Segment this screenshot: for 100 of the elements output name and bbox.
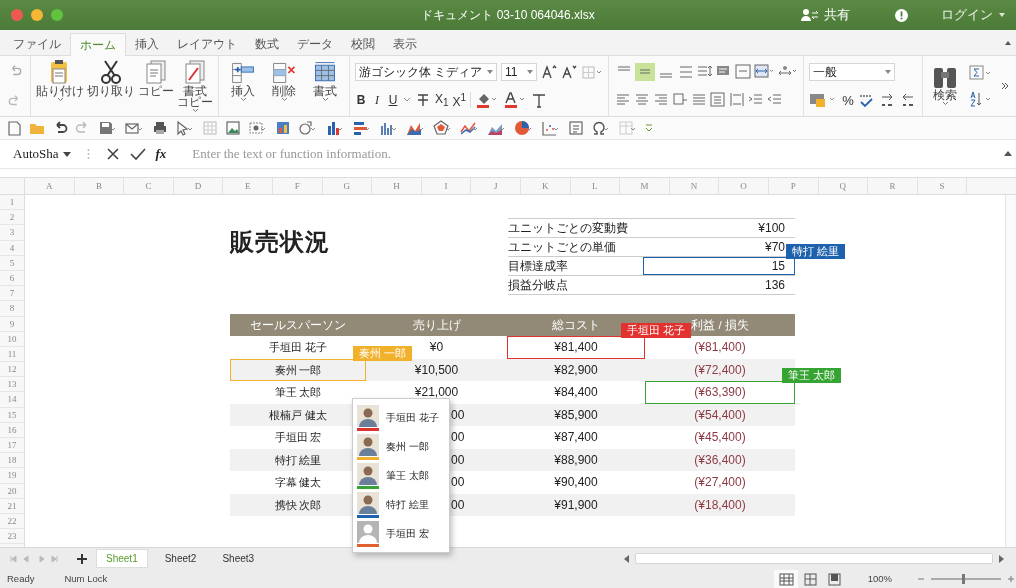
column-header[interactable]: H xyxy=(372,178,422,194)
mention-item[interactable]: 筆王 太郎 xyxy=(353,461,449,490)
superscript-button[interactable]: X$^{1}$ xyxy=(452,91,467,109)
subscript-button[interactable]: X$_{1}$ xyxy=(435,91,449,109)
add-sheet-icon[interactable] xyxy=(76,552,88,565)
sum-icon[interactable] xyxy=(969,65,993,81)
number-format-dropdown[interactable]: 一般 xyxy=(809,63,895,81)
column-header[interactable]: C xyxy=(124,178,174,194)
menu-tab[interactable]: レイアウト xyxy=(168,33,246,55)
cut-button[interactable]: 切り取り xyxy=(87,58,135,114)
shapes-icon[interactable] xyxy=(298,120,318,136)
find-button[interactable]: 検索 xyxy=(927,66,963,106)
row-header[interactable]: 22 xyxy=(0,513,24,530)
format-cells-button[interactable]: 書式 xyxy=(306,58,344,114)
row-header[interactable]: 2 xyxy=(0,210,24,226)
row-header[interactable]: 16 xyxy=(0,422,24,438)
image-icon[interactable] xyxy=(225,120,241,136)
paste-button[interactable]: 貼り付け xyxy=(36,58,84,114)
row-header[interactable]: 21 xyxy=(0,498,24,514)
mention-item[interactable]: 手垣田 花子 xyxy=(353,403,449,432)
merge-icon[interactable] xyxy=(734,63,752,81)
formula-input[interactable]: Enter the text or function information. xyxy=(190,145,1016,163)
grow-font-icon[interactable] xyxy=(541,64,557,80)
row-header[interactable]: 3 xyxy=(0,225,24,241)
name-box[interactable]: AutoSha xyxy=(13,146,59,162)
menu-tab[interactable]: ホーム xyxy=(70,33,126,56)
row-header[interactable]: 19 xyxy=(0,468,24,484)
mention-item[interactable]: 特打 絵里 xyxy=(353,490,449,519)
font-name-dropdown[interactable]: 游ゴシック体 ミディア xyxy=(355,63,497,81)
line-chart-icon[interactable] xyxy=(460,120,480,136)
mention-item[interactable]: 手垣田 宏 xyxy=(353,519,449,548)
row-header[interactable]: 7 xyxy=(0,286,24,302)
row-header[interactable]: 9 xyxy=(0,316,24,332)
clear-format-icon[interactable] xyxy=(531,92,548,108)
share-person-icon[interactable] xyxy=(801,8,819,22)
column-chart-icon[interactable] xyxy=(379,120,399,136)
zoom-in-icon[interactable] xyxy=(1006,573,1016,584)
row-header[interactable]: 18 xyxy=(0,453,24,469)
cancel-icon[interactable] xyxy=(105,147,120,161)
horizontal-bar-chart-icon[interactable] xyxy=(352,120,372,136)
column-header[interactable]: E xyxy=(223,178,273,194)
row-header[interactable]: 17 xyxy=(0,438,24,454)
row-header[interactable]: 5 xyxy=(0,255,24,271)
menu-tab[interactable]: 数式 xyxy=(246,33,288,55)
sheet-tab[interactable]: Sheet1 xyxy=(96,549,148,568)
column-header[interactable]: L xyxy=(570,178,621,194)
scroll-right-icon[interactable] xyxy=(999,554,1004,563)
menu-tab[interactable]: ファイル xyxy=(4,33,70,55)
column-header[interactable]: J xyxy=(471,178,521,194)
row-header[interactable]: 15 xyxy=(0,407,24,423)
column-width-icon[interactable] xyxy=(728,91,746,109)
vertical-scrollbar[interactable] xyxy=(1005,195,1016,547)
bold-button[interactable]: B xyxy=(355,93,367,107)
font-size-dropdown[interactable]: 11 xyxy=(501,63,537,81)
distributed-icon[interactable] xyxy=(709,91,727,109)
row-header[interactable]: 10 xyxy=(0,331,24,347)
row-header[interactable]: 6 xyxy=(0,270,24,287)
login-link[interactable]: ログイン xyxy=(941,6,993,24)
insert-function-button[interactable]: fx xyxy=(155,146,167,162)
scatter-chart-icon[interactable] xyxy=(541,120,561,136)
mention-item[interactable]: 奏州 一郎 xyxy=(353,432,449,461)
column-header[interactable]: G xyxy=(322,178,373,194)
strikethrough-icon[interactable] xyxy=(415,92,431,108)
menu-tab[interactable]: 校閲 xyxy=(342,33,384,55)
caret-icon[interactable] xyxy=(62,151,71,157)
minimize-button[interactable] xyxy=(31,9,43,21)
column-header[interactable]: S xyxy=(917,178,968,194)
radar-chart-icon[interactable] xyxy=(433,120,453,136)
pie-chart-icon[interactable] xyxy=(514,120,534,136)
mail-icon[interactable] xyxy=(125,120,145,136)
row-header[interactable]: 8 xyxy=(0,301,24,317)
scroll-left-icon[interactable] xyxy=(624,554,629,563)
alert-icon[interactable] xyxy=(895,8,908,22)
column-header[interactable]: R xyxy=(868,178,918,194)
collapse-ribbon-icon[interactable] xyxy=(1004,40,1012,46)
column-header[interactable]: O xyxy=(719,178,769,194)
row-header[interactable]: 12 xyxy=(0,362,24,378)
copy-button[interactable]: コピー xyxy=(138,58,174,114)
row-header[interactable]: 11 xyxy=(0,346,24,363)
row-header[interactable]: 4 xyxy=(0,240,24,256)
sort-icon[interactable] xyxy=(969,91,993,107)
column-header[interactable]: M xyxy=(620,178,670,194)
zoom-level[interactable]: 100% xyxy=(867,573,892,584)
merge-center-icon[interactable] xyxy=(753,63,775,81)
row-header[interactable]: 14 xyxy=(0,392,24,408)
column-header[interactable]: D xyxy=(173,178,224,194)
column-header[interactable]: Q xyxy=(818,178,869,194)
check-icon[interactable] xyxy=(129,147,146,161)
delete-cells-button[interactable]: 削除 xyxy=(265,58,303,114)
row-header[interactable]: 23 xyxy=(0,529,24,545)
customize-toolbar-icon[interactable] xyxy=(645,123,653,133)
share-link[interactable]: 共有 xyxy=(824,6,850,24)
save-icon[interactable] xyxy=(98,120,118,136)
column-header[interactable]: N xyxy=(669,178,720,194)
sheet-tab[interactable]: Sheet2 xyxy=(155,550,206,567)
column-header[interactable]: K xyxy=(520,178,571,194)
menu-tab[interactable]: 挿入 xyxy=(126,33,168,55)
sheet-tab[interactable]: Sheet3 xyxy=(213,550,264,567)
slider-thumb[interactable] xyxy=(961,573,965,584)
menu-tab[interactable]: 表示 xyxy=(384,33,426,55)
